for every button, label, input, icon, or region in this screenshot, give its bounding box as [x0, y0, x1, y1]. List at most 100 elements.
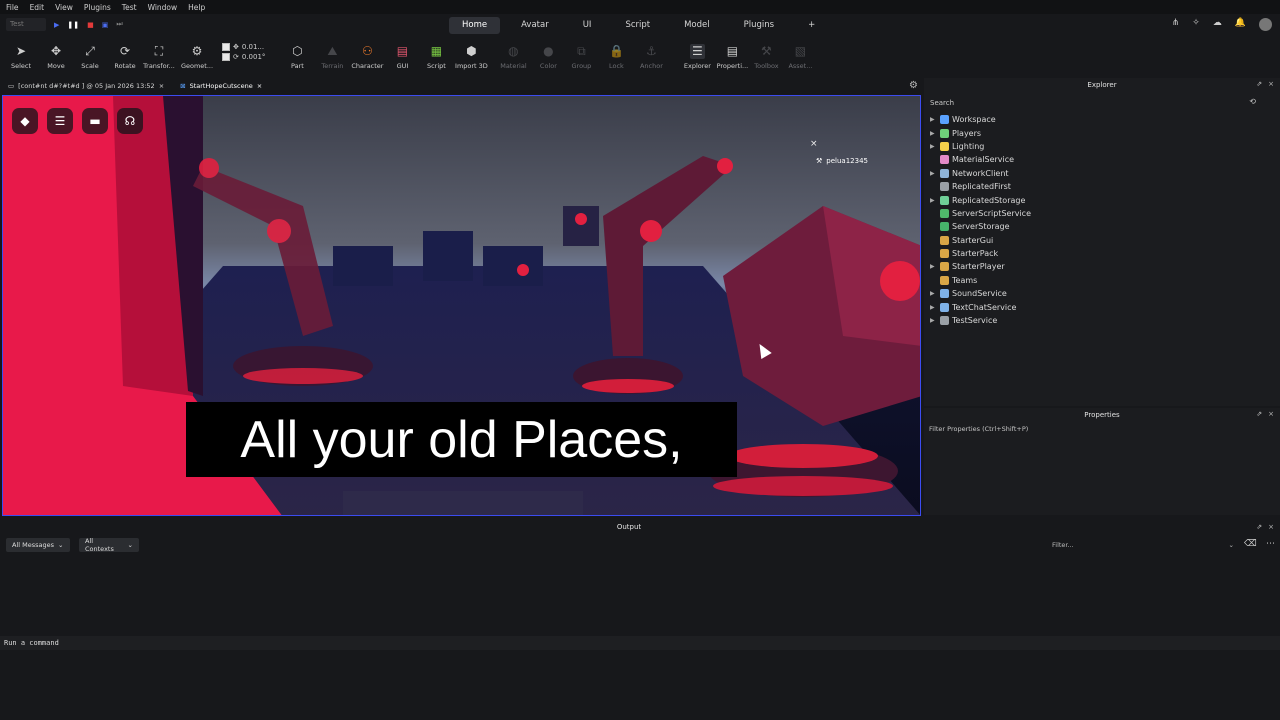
menu-test[interactable]: Test [122, 3, 137, 12]
expand-arrow-icon[interactable]: ▶ [930, 317, 937, 324]
rotate-tool[interactable]: ⟳ Rotate [110, 36, 140, 76]
lock-button[interactable]: 🔒 Lock [599, 36, 633, 76]
explorer-button[interactable]: ☰ Explorer [679, 36, 715, 76]
import-3d-button[interactable]: ⬢ Import 3D [453, 36, 489, 76]
move-snap-checkbox[interactable] [222, 43, 230, 51]
properties-button[interactable]: ▤ Properti... [715, 36, 749, 76]
material-button[interactable]: ◍ Material [493, 36, 533, 76]
explorer-item[interactable]: Teams [930, 274, 1031, 287]
clear-output-icon[interactable]: ⌫ [1244, 539, 1257, 549]
explorer-item[interactable]: MaterialService [930, 153, 1031, 166]
expand-arrow-icon[interactable]: ▶ [930, 197, 937, 204]
menu-icon[interactable]: ☰ [47, 108, 73, 134]
explorer-item[interactable]: ▶ Workspace [930, 113, 1031, 126]
explorer-item[interactable]: StarterPack [930, 247, 1031, 260]
menu-plugins[interactable]: Plugins [84, 3, 111, 12]
geometry-dropdown[interactable]: ⚙ Geomet... [178, 36, 216, 76]
expand-arrow-icon[interactable]: ▶ [930, 304, 937, 311]
group-button[interactable]: ⧉ Group [563, 36, 599, 76]
close-icon[interactable]: × [810, 139, 818, 149]
close-icon[interactable]: × [1268, 523, 1274, 531]
menu-view[interactable]: View [55, 3, 73, 12]
gui-button[interactable]: ▤ GUI [385, 36, 419, 76]
share-icon[interactable]: ⋔ [1172, 18, 1180, 31]
explorer-item[interactable]: ▶ ReplicatedStorage [930, 193, 1031, 206]
color-button[interactable]: ● Color [533, 36, 563, 76]
scale-tool[interactable]: ⤢ Scale [70, 36, 110, 76]
explorer-item[interactable]: ▶ StarterPlayer [930, 260, 1031, 273]
chat-icon[interactable]: ▬ [82, 108, 108, 134]
step-icon[interactable]: ⏭ [116, 20, 122, 29]
explorer-item[interactable]: StarterGui [930, 234, 1031, 247]
add-tab-icon[interactable]: + [795, 17, 828, 34]
explorer-item[interactable]: ▶ TextChatService [930, 300, 1031, 313]
test-mode-dropdown[interactable]: Test [6, 18, 46, 31]
explorer-item[interactable]: ▶ NetworkClient [930, 167, 1031, 180]
expand-arrow-icon[interactable]: ▶ [930, 263, 937, 270]
client-server-icon[interactable]: ▣ [102, 21, 109, 29]
explorer-item[interactable]: ServerStorage [930, 220, 1031, 233]
expand-arrow-icon[interactable]: ▶ [930, 116, 937, 123]
select-tool[interactable]: ➤ Select [0, 36, 42, 76]
history-icon[interactable]: ⟲ [1249, 97, 1256, 106]
doc-tab-place[interactable]: ▭ [cont#nt d#?#t#d ] @ 05 Jan 2026 13:52… [0, 78, 172, 94]
close-icon[interactable]: × [1268, 80, 1274, 88]
popout-icon[interactable]: ⇗ [1256, 523, 1262, 531]
pause-icon[interactable]: ❚❚ [67, 21, 79, 29]
move-snap-value[interactable]: 0.01... [242, 43, 264, 51]
close-icon[interactable]: × [159, 82, 164, 90]
popout-icon[interactable]: ⇗ [1256, 80, 1262, 88]
output-filter-input[interactable]: Filter... ⌄ [1052, 539, 1234, 551]
menu-edit[interactable]: Edit [30, 3, 45, 12]
gear-icon[interactable]: ⚙ [909, 80, 918, 91]
close-icon[interactable]: × [1268, 410, 1274, 418]
notification-bell-icon[interactable]: 🔔 [1235, 18, 1246, 31]
explorer-item[interactable]: ▶ Lighting [930, 140, 1031, 153]
menu-file[interactable]: File [6, 3, 19, 12]
assets-button[interactable]: ▧ Asset... [783, 36, 817, 76]
more-options-icon[interactable]: ⋯ [1266, 539, 1275, 549]
assistant-icon[interactable]: ✧ [1192, 18, 1200, 31]
menu-window[interactable]: Window [148, 3, 178, 12]
popout-icon[interactable]: ⇗ [1256, 410, 1262, 418]
toolbox-button[interactable]: ⚒ Toolbox [749, 36, 783, 76]
explorer-item[interactable]: ▶ TestService [930, 314, 1031, 327]
avatar[interactable] [1259, 18, 1272, 31]
explorer-item[interactable]: ▶ SoundService [930, 287, 1031, 300]
tab-home[interactable]: Home [449, 17, 501, 34]
rotate-snap-checkbox[interactable] [222, 53, 230, 61]
terrain-button[interactable]: ⛰ Terrain [315, 36, 349, 76]
stop-icon[interactable]: ■ [87, 21, 94, 29]
voice-icon[interactable]: ☊ [117, 108, 143, 134]
expand-arrow-icon[interactable]: ▶ [930, 290, 937, 297]
tab-ui[interactable]: UI [570, 17, 605, 34]
tab-script[interactable]: Script [612, 17, 663, 34]
expand-arrow-icon[interactable]: ▶ [930, 143, 937, 150]
expand-arrow-icon[interactable]: ▶ [930, 170, 937, 177]
doc-tab-script[interactable]: ⊠ StartHopeCutscene × [172, 78, 270, 94]
command-bar[interactable]: Run a command [0, 636, 1280, 650]
expand-arrow-icon[interactable]: ▶ [930, 130, 937, 137]
part-button[interactable]: ⬡ Part [279, 36, 315, 76]
anchor-button[interactable]: ⚓ Anchor [633, 36, 669, 76]
move-tool[interactable]: ✥ Move [42, 36, 70, 76]
explorer-item[interactable]: ▶ Players [930, 126, 1031, 139]
script-button[interactable]: ▦ Script [419, 36, 453, 76]
command-input[interactable]: Run a command [4, 639, 59, 647]
roblox-logo-icon[interactable]: ◆ [12, 108, 38, 134]
rotate-snap-value[interactable]: 0.001° [242, 53, 266, 61]
explorer-item[interactable]: ReplicatedFirst [930, 180, 1031, 193]
close-icon[interactable]: × [257, 82, 262, 90]
transform-tool[interactable]: ⛶ Transfor... [140, 36, 178, 76]
play-icon[interactable]: ▶ [54, 21, 59, 29]
tab-model[interactable]: Model [671, 17, 723, 34]
filter-properties-input[interactable]: Filter Properties (Ctrl+Shift+P) [929, 425, 1028, 433]
character-button[interactable]: ⚇ Character [349, 36, 385, 76]
explorer-item[interactable]: ServerScriptService [930, 207, 1031, 220]
contexts-filter-dropdown[interactable]: All Contexts ⌄ [79, 537, 139, 553]
explorer-search-input[interactable]: Search ⟲ [928, 97, 1276, 109]
tab-avatar[interactable]: Avatar [508, 17, 562, 34]
menu-help[interactable]: Help [188, 3, 205, 12]
cloud-icon[interactable]: ☁ [1213, 18, 1222, 31]
messages-filter-dropdown[interactable]: All Messages ⌄ [6, 538, 70, 552]
